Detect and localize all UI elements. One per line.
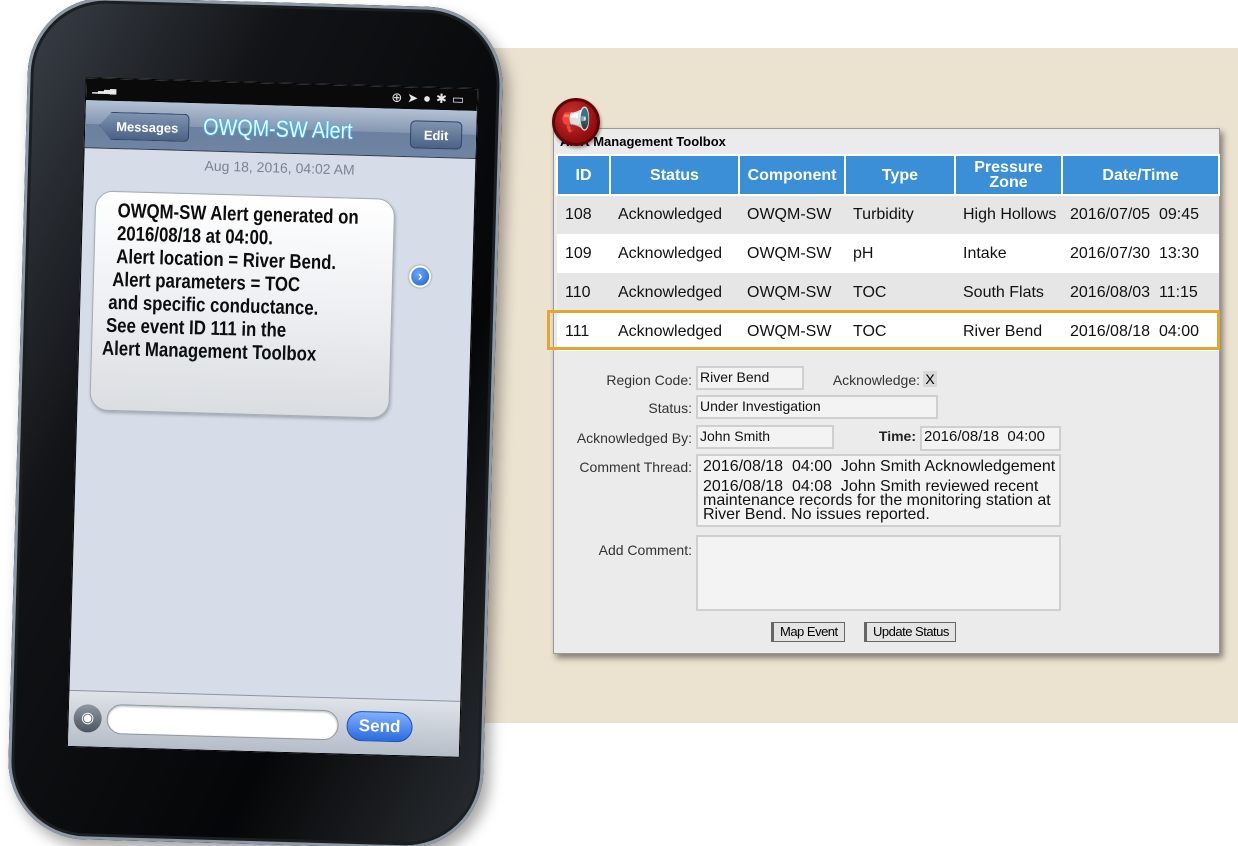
cell-component: OWQM-SW <box>739 273 845 312</box>
update-status-button[interactable]: Update Status <box>864 622 956 642</box>
cell-pressure-zone: High Hollows <box>955 195 1062 234</box>
messages-nav-bar: Messages OWQM-SW Alert Edit <box>84 100 477 160</box>
megaphone-icon: 📢 <box>552 98 600 146</box>
column-header-component[interactable]: Component <box>738 154 846 196</box>
comment-thread-label: Comment Thread: <box>579 459 692 475</box>
edit-button[interactable]: Edit <box>409 120 463 150</box>
pressure-zone-header-text: Pressure Zone <box>974 159 1043 191</box>
alert-table: ID Status Component Type Pressure Zone D… <box>556 154 1220 351</box>
table-header-row: ID Status Component Type Pressure Zone D… <box>556 154 1220 196</box>
message-timestamp: Aug 18, 2016, 04:02 AM <box>204 157 355 178</box>
table-row-selected[interactable]: 111 Acknowledged OWQM-SW TOC River Bend … <box>557 312 1219 351</box>
table-row[interactable]: 108 Acknowledged OWQM-SW Turbidity High … <box>557 195 1219 234</box>
acknowledge-label: Acknowledge: <box>832 372 920 388</box>
conversation-title: OWQM-SW Alert <box>202 113 354 144</box>
comment-entry: 2016/08/18 04:00 John Smith Acknowledgem… <box>703 458 1056 475</box>
comment-thread: 2016/08/18 04:00 John Smith Acknowledgem… <box>696 454 1061 527</box>
time-label: Time: <box>878 428 916 444</box>
chevron-right-icon[interactable]: › <box>408 265 432 288</box>
cell-pressure-zone: River Bend <box>955 312 1062 351</box>
comment-line: River Bend. No issues reported. <box>703 506 930 523</box>
message-input[interactable] <box>106 703 340 741</box>
status-icons: ⊕➤●✱▭ <box>391 89 470 107</box>
column-header-id[interactable]: ID <box>556 154 611 196</box>
comment-entry: 2016/08/18 04:08 John Smith reviewed rec… <box>703 479 1054 523</box>
alert-management-toolbox: Alert Management Toolbox ID Status Compo… <box>553 128 1220 654</box>
cell-date-time: 2016/07/30 13:30 <box>1062 234 1219 273</box>
status-label: Status: <box>648 400 692 416</box>
cell-type: pH <box>845 234 955 273</box>
cell-id: 109 <box>557 234 610 273</box>
time-field[interactable]: 2016/08/18 04:00 <box>920 426 1061 451</box>
map-event-button[interactable]: Map Event <box>771 622 845 642</box>
cell-component: OWQM-SW <box>739 195 845 234</box>
cell-component: OWQM-SW <box>739 312 845 351</box>
cell-date-time: 2016/07/05 09:45 <box>1062 195 1219 234</box>
message-bubble: OWQM-SW Alert generated on 2016/08/18 at… <box>89 190 396 419</box>
status-field[interactable]: Under Investigation <box>696 395 938 419</box>
cell-id: 111 <box>557 312 610 351</box>
cell-pressure-zone: Intake <box>955 234 1062 273</box>
cell-status: Acknowledged <box>610 234 739 273</box>
region-code-field[interactable]: River Bend <box>696 366 804 390</box>
column-header-pressure-zone[interactable]: Pressure Zone <box>954 154 1063 196</box>
messages-back-button[interactable]: Messages <box>99 112 190 143</box>
column-header-date-time[interactable]: Date/Time <box>1061 154 1220 196</box>
cell-id: 108 <box>557 195 610 234</box>
cell-status: Acknowledged <box>610 312 739 351</box>
acknowledged-by-field[interactable]: John Smith <box>696 425 834 449</box>
cell-type: TOC <box>845 312 955 351</box>
cell-type: TOC <box>845 273 955 312</box>
table-row[interactable]: 110 Acknowledged OWQM-SW TOC South Flats… <box>557 273 1219 312</box>
acknowledged-by-label: Acknowledged By: <box>576 430 692 446</box>
signal-icon: ▁▂▃▄ <box>92 83 116 94</box>
cell-id: 110 <box>557 273 610 312</box>
send-button[interactable]: Send <box>346 710 413 743</box>
region-code-label: Region Code: <box>606 372 692 388</box>
message-input-bar: ◉ Send <box>67 689 461 757</box>
phone-screen: ▁▂▃▄ ⊕➤●✱▭ Messages OWQM-SW Alert Edit A… <box>66 77 479 758</box>
acknowledge-checkbox[interactable]: X <box>923 371 937 387</box>
table-row[interactable]: 109 Acknowledged OWQM-SW pH Intake 2016/… <box>557 234 1219 273</box>
cell-date-time: 2016/08/03 11:15 <box>1062 273 1219 312</box>
add-comment-label: Add Comment: <box>598 542 692 558</box>
add-comment-field[interactable] <box>696 535 1061 611</box>
message-text: OWQM-SW Alert generated on 2016/08/18 at… <box>102 200 392 369</box>
column-header-type[interactable]: Type <box>844 154 956 196</box>
column-header-status[interactable]: Status <box>609 154 740 196</box>
cell-component: OWQM-SW <box>739 234 845 273</box>
smartphone: ▁▂▃▄ ⊕➤●✱▭ Messages OWQM-SW Alert Edit A… <box>6 0 505 846</box>
cell-pressure-zone: South Flats <box>955 273 1062 312</box>
cell-type: Turbidity <box>845 195 955 234</box>
cell-date-time: 2016/08/18 04:00 <box>1062 312 1219 351</box>
cell-status: Acknowledged <box>610 273 739 312</box>
camera-icon[interactable]: ◉ <box>73 704 103 733</box>
cell-status: Acknowledged <box>610 195 739 234</box>
